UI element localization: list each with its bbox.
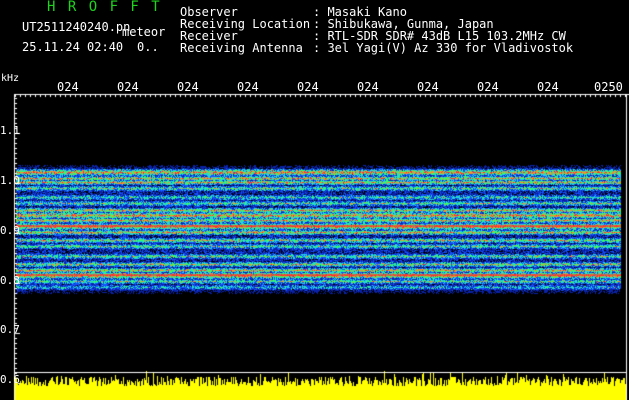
counter: 0.. — [137, 40, 159, 54]
info-value-antenna: : 3el Yagi(V) Az 330 for Vladivostok — [313, 41, 574, 55]
x-tick-3: 024 — [177, 80, 199, 94]
file-name: UT2511240240.pn — [22, 20, 131, 34]
x-tick-4: 024 — [237, 80, 259, 94]
timestamp: 25.11.24 02:40 — [22, 40, 124, 54]
y-tick-1-0: 1.0 — [0, 174, 20, 187]
detection-type: meteor — [122, 25, 166, 39]
y-tick-0-6: 0.6 — [0, 373, 20, 386]
x-tick-2: 024 — [117, 80, 139, 94]
app-logo: H R O F F T — [47, 0, 162, 15]
x-tick-9: 024 — [537, 80, 559, 94]
y-tick-0-8: 0.8 — [0, 274, 20, 287]
x-tick-5: 024 — [297, 80, 319, 94]
spectrogram-canvas — [0, 0, 629, 400]
x-tick-7: 024 — [417, 80, 439, 94]
y-tick-0-7: 0.7 — [0, 323, 20, 336]
x-tick-8: 024 — [477, 80, 499, 94]
x-tick-10: 0250 — [594, 80, 623, 94]
x-tick-1: 024 — [57, 80, 79, 94]
frequency-unit-label: kHz — [1, 73, 20, 84]
y-tick-1-1: 1.1 — [0, 124, 20, 137]
info-label-antenna: Receiving Antenna — [180, 41, 303, 55]
y-tick-0-9: 0.9 — [0, 224, 20, 237]
x-tick-6: 024 — [357, 80, 379, 94]
